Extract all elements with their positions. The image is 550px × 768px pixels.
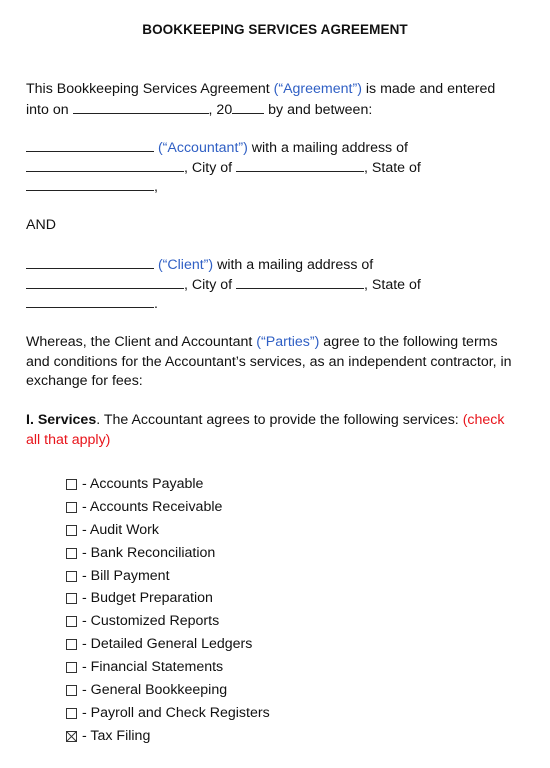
service-item-label: - General Bookkeeping [82,682,228,699]
whereas-line-3: exchange for fees: [26,373,143,389]
and-label: AND [26,217,56,233]
accountant-city-blank[interactable] [236,158,365,172]
accountant-city-label: , City of [184,159,237,176]
service-item[interactable]: - Bill Payment [66,565,270,588]
accountant-address-label: with a mailing address of [247,140,408,156]
client-end-punct: . [154,296,158,312]
checkbox-icon[interactable] [66,684,77,696]
service-item-label: - Bank Reconciliation [82,544,216,561]
intro-text-2: is made and entered [361,81,496,97]
by-and-between: by and between: [264,101,373,118]
service-item[interactable]: - Accounts Receivable [66,496,270,519]
year-prefix: , 20 [208,101,233,118]
client-state-label: , State of [364,276,421,293]
checkbox-icon[interactable] [66,501,77,513]
date-blank[interactable] [72,100,209,114]
client-state-blank[interactable] [26,294,154,308]
client-address-label: with a mailing address of [213,257,374,273]
service-item[interactable]: - Accounts Payable [66,473,270,496]
parties-term: (“Parties”) [256,334,320,350]
service-item-label: - Budget Preparation [82,590,213,607]
agreement-term: (“Agreement”) [273,81,362,97]
checkbox-icon[interactable] [66,524,77,536]
service-item[interactable]: - Audit Work [66,519,270,542]
service-item[interactable]: - Detailed General Ledgers [66,633,270,656]
accountant-address-blank[interactable] [26,158,184,172]
client-term: (“Client”) [157,257,214,273]
services-intro: . The Accountant agrees to provide the f… [96,412,463,428]
client-block: (“Client”) with a mailing address of , C… [26,255,536,314]
checkbox-icon[interactable] [66,478,77,490]
document-page: BOOKKEEPING SERVICES AGREEMENT This Book… [0,0,550,768]
client-address-blank[interactable] [26,275,184,289]
checked-checkbox-icon[interactable] [66,730,77,742]
whereas-paragraph: Whereas, the Client and Accountant (“Par… [26,333,536,392]
accountant-state-label: , State of [364,159,421,176]
checkbox-icon[interactable] [66,639,77,651]
accountant-end-punct: , [154,179,158,195]
whereas-line-2: and conditions for the Accountant’s serv… [26,353,512,370]
services-note-2: all that apply) [26,431,111,448]
services-checklist: - Accounts Payable - Accounts Receivable -… [66,473,270,748]
service-item[interactable]: - Financial Statements [66,656,270,679]
services-section: I. Services. The Accountant agrees to pr… [26,411,536,450]
service-item-label: - Accounts Receivable [82,498,223,515]
service-item[interactable]: - Customized Reports [66,610,270,633]
service-item-label: - Customized Reports [82,613,220,630]
client-city-label: , City of [184,276,237,293]
accountant-state-blank[interactable] [26,177,154,191]
service-item[interactable]: - Tax Filing [66,725,270,748]
document-title: BOOKKEEPING SERVICES AGREEMENT [142,22,408,37]
service-item-label: - Tax Filing [82,727,151,744]
checkbox-icon[interactable] [66,707,77,719]
accountant-term: (“Accountant”) [157,140,248,156]
checkbox-icon[interactable] [66,547,77,559]
service-item[interactable]: - Payroll and Check Registers [66,702,270,725]
checkbox-icon[interactable] [66,616,77,628]
client-city-blank[interactable] [236,275,365,289]
service-item-label: - Accounts Payable [82,476,204,492]
service-item-label: - Bill Payment [82,567,170,584]
accountant-name-blank[interactable] [26,138,154,152]
year-blank[interactable] [232,100,265,114]
service-item-label: - Financial Statements [82,659,224,676]
checkbox-icon[interactable] [66,570,77,582]
services-heading: I. Services [26,412,97,428]
service-item[interactable]: - General Bookkeeping [66,679,270,702]
whereas-text: Whereas, the Client and Accountant [26,334,257,350]
intro-text: This Bookkeeping Services Agreement [26,81,274,97]
service-item-label: - Detailed General Ledgers [82,636,253,653]
accountant-block: (“Accountant”) with a mailing address of… [26,138,536,197]
service-item[interactable]: - Bank Reconciliation [66,542,270,565]
service-item-label: - Payroll and Check Registers [82,704,270,721]
checkbox-icon[interactable] [66,593,77,605]
intro-paragraph: This Bookkeeping Services Agreement (“Ag… [26,80,536,119]
client-name-blank[interactable] [26,255,154,269]
intro-into-on: into on [26,101,73,118]
services-note-1: (check [462,412,505,428]
whereas-text-2: agree to the following terms [319,334,498,350]
service-item-label: - Audit Work [82,521,160,538]
checkbox-icon[interactable] [66,662,77,674]
service-item[interactable]: - Budget Preparation [66,587,270,610]
